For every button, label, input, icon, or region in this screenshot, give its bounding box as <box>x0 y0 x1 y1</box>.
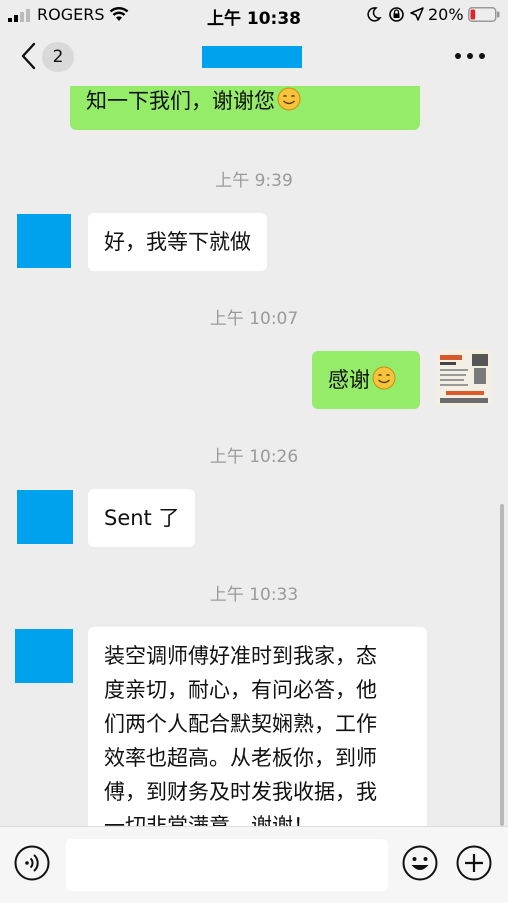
emoji-icon[interactable] <box>402 845 438 881</box>
rotation-lock-icon <box>389 7 404 22</box>
message-line: 度亲切，耐心，有问必答，他 <box>104 678 377 702</box>
timestamp: 上午 10:33 <box>209 585 299 605</box>
back-chevron-icon[interactable] <box>20 42 36 70</box>
message-bubble-outgoing[interactable]: 知一下我们，谢谢您 <box>70 86 420 130</box>
contact-avatar[interactable] <box>17 490 73 544</box>
message-bubble-incoming[interactable]: 装空调师傅好准时到我家，态 度亲切，耐心，有问必答，他 们两个人配合默契娴熟，工… <box>88 627 427 826</box>
moon-icon <box>367 7 382 22</box>
message-text: 好，我等下就做 <box>104 230 251 254</box>
battery-icon <box>468 7 500 22</box>
timestamp: 上午 9:39 <box>215 171 293 191</box>
message-line: 效率也超高。从老板你，到师 <box>104 746 377 770</box>
promo-thumbnail-image <box>436 350 492 406</box>
chat-title-redacted <box>202 46 302 68</box>
scrollbar[interactable] <box>500 504 504 826</box>
message-line: 们两个人配合默契娴熟，工作 <box>104 712 377 736</box>
more-icon[interactable] <box>454 52 486 60</box>
message-list[interactable]: 知一下我们，谢谢您 上午 9:39 好，我等下就做 上午 10:07 感谢 上午… <box>0 86 508 826</box>
message-line: 一切非常满意，谢谢！ <box>104 814 314 826</box>
timestamp: 上午 10:26 <box>209 447 299 467</box>
unread-count-badge[interactable]: 2 <box>42 42 74 72</box>
smile-emoji-icon <box>277 87 301 111</box>
chat-header: 2 <box>0 30 508 86</box>
message-text: 感谢 <box>328 368 370 392</box>
message-text: Sent 了 <box>104 506 180 530</box>
timestamp: 上午 10:07 <box>209 309 299 329</box>
contact-avatar[interactable] <box>15 629 73 683</box>
message-line: 装空调师傅好准时到我家，态 <box>104 644 377 668</box>
message-bubble-outgoing[interactable]: 感谢 <box>312 351 420 409</box>
contact-avatar[interactable] <box>17 214 71 268</box>
plus-icon[interactable] <box>456 845 492 881</box>
battery-percent: 20% <box>428 5 464 24</box>
message-text: 知一下我们，谢谢您 <box>86 89 275 113</box>
location-arrow-icon <box>410 7 424 21</box>
message-bubble-incoming[interactable]: 好，我等下就做 <box>88 213 267 271</box>
input-bar <box>0 826 508 903</box>
message-line: 傅，到财务及时发我收据，我 <box>104 780 377 804</box>
status-bar: ROGERS 上午 10:38 20% <box>0 0 508 30</box>
voice-icon[interactable] <box>14 845 50 881</box>
smile-emoji-icon <box>372 366 396 390</box>
message-input[interactable] <box>66 839 388 891</box>
message-bubble-incoming[interactable]: Sent 了 <box>88 489 196 547</box>
my-avatar[interactable] <box>436 350 492 406</box>
